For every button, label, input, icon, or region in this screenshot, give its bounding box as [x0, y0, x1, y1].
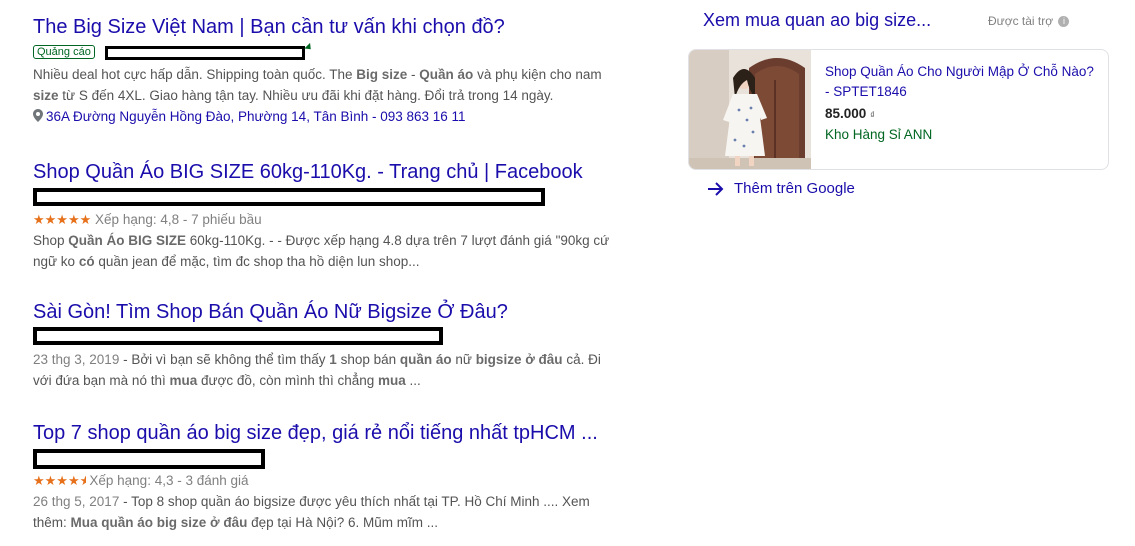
result-snippet: Nhiều deal hot cực hấp dẫn. Shipping toà…	[33, 67, 602, 103]
search-result: Sài Gòn! Tìm Shop Bán Quần Áo Nữ Bigsize…	[33, 299, 653, 391]
product-price: 85.000 ₫	[825, 106, 875, 121]
product-name-link[interactable]: Shop Quần Áo Cho Người Mập Ở Chỗ Nào? - …	[825, 62, 1095, 102]
redacted-url	[33, 327, 443, 345]
result-url-row	[33, 446, 653, 470]
store-name: Kho Hàng Sỉ ANN	[825, 127, 933, 142]
shopping-title-link[interactable]: Xem mua quan ao big size...	[703, 10, 931, 30]
sponsored-label[interactable]: Được tài trợ i	[988, 14, 1070, 28]
product-image	[689, 50, 811, 169]
rating-row: ★★★★★ Xếp hạng: 4,3 - 3 đánh giá	[33, 473, 249, 488]
redacted-url	[105, 46, 305, 60]
result-url-row: Quảng cáo	[33, 42, 653, 63]
product-info: Shop Quần Áo Cho Người Mập Ở Chỗ Nào? - …	[825, 62, 1095, 145]
result-url-row	[33, 185, 653, 209]
result-snippet: 26 thg 5, 2017 - Top 8 shop quần áo bigs…	[33, 494, 590, 530]
result-title-link[interactable]: Top 7 shop quần áo big size đẹp, giá rẻ …	[33, 420, 653, 446]
ad-badge: Quảng cáo	[33, 44, 95, 59]
more-on-google-link[interactable]: Thêm trên Google	[706, 180, 855, 197]
arrow-right-icon	[708, 182, 724, 196]
result-url-row	[33, 325, 653, 349]
rating-row: ★★★★★ Xếp hạng: 4,8 - 7 phiếu bầu	[33, 212, 262, 227]
redacted-url	[33, 188, 545, 206]
rating-stars-icon: ★★★★★	[33, 473, 86, 488]
result-title-link[interactable]: The Big Size Việt Nam | Bạn cần tư vấn k…	[33, 14, 653, 40]
search-result-ad: The Big Size Việt Nam | Bạn cần tư vấn k…	[33, 14, 653, 127]
product-card[interactable]: Shop Quần Áo Cho Người Mập Ở Chỗ Nào? - …	[688, 49, 1109, 170]
search-result: Shop Quần Áo BIG SIZE 60kg-110Kg. - Tran…	[33, 159, 653, 272]
rating-stars-icon: ★★★★★	[33, 212, 92, 227]
address-line[interactable]: 36A Đường Nguyễn Hồng Đào, Phường 14, Tâ…	[33, 106, 653, 127]
info-icon[interactable]: i	[1058, 16, 1070, 28]
result-title-link[interactable]: Sài Gòn! Tìm Shop Bán Quần Áo Nữ Bigsize…	[33, 299, 653, 325]
search-result: Top 7 shop quần áo big size đẹp, giá rẻ …	[33, 420, 653, 533]
location-pin-icon	[33, 109, 43, 122]
result-snippet: 23 thg 3, 2019 - Bởi vì bạn sẽ không thể…	[33, 352, 601, 388]
result-title-link[interactable]: Shop Quần Áo BIG SIZE 60kg-110Kg. - Tran…	[33, 159, 653, 185]
dropdown-arrow-icon[interactable]	[304, 42, 314, 53]
result-snippet: Shop Quần Áo BIG SIZE 60kg-110Kg. - - Đư…	[33, 233, 610, 269]
redacted-url	[33, 449, 265, 469]
